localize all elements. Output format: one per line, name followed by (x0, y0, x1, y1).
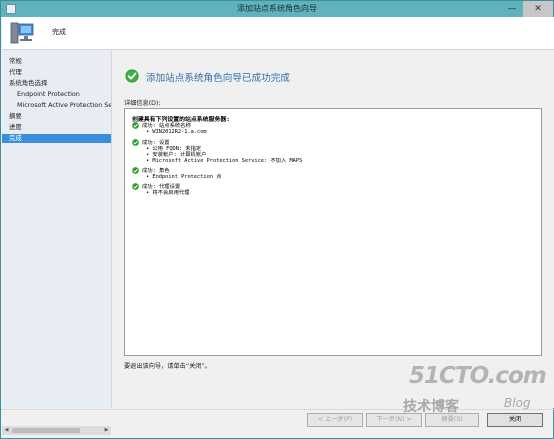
sidebar-item-general[interactable]: 常规 (2, 57, 111, 66)
next-button[interactable]: 下一步(N) > (366, 413, 422, 427)
minimize-button[interactable]: — (501, 1, 523, 17)
details-textbox[interactable]: 创建具有下列设置的站点系统服务器: 成功: 站点系统名称 • WIN2012R2… (124, 108, 542, 356)
success-check-icon (132, 183, 139, 190)
sidebar-horizontal-scrollbar[interactable]: ◀ ▶ (2, 426, 111, 435)
scrollbar-thumb[interactable] (12, 428, 80, 433)
wizard-steps-sidebar: 常规 代理 系统角色选择 Endpoint Protection Microso… (2, 50, 112, 408)
sidebar-item-completion[interactable]: 完成 (2, 134, 111, 143)
success-check-icon (132, 139, 139, 146)
page-title: 完成 (52, 28, 66, 36)
completion-heading: 添加站点系统角色向导已成功完成 (146, 73, 290, 84)
details-header: 创建具有下列设置的站点系统服务器: (132, 117, 230, 123)
sidebar-item-summary[interactable]: 摘要 (2, 112, 111, 121)
exit-instruction: 要退出该向导，请单击“关闭”。 (124, 363, 211, 370)
scroll-right-icon[interactable]: ▶ (102, 426, 111, 435)
details-label: 详细信息(D): (124, 100, 161, 107)
sidebar-item-maps[interactable]: Microsoft Active Protection Se (2, 101, 111, 110)
footer-divider (1, 409, 554, 410)
title-bar[interactable]: 添加站点系统角色向导 — ✕ (1, 1, 553, 17)
close-button[interactable]: 关闭 (487, 413, 543, 427)
window-title: 添加站点系统角色向导 (237, 4, 317, 13)
scroll-left-icon[interactable]: ◀ (2, 426, 11, 435)
computer-icon (10, 22, 34, 44)
detail-line: • WIN2012R2-1.a.com (146, 129, 207, 135)
success-check-icon (132, 167, 139, 174)
sidebar-item-proxy[interactable]: 代理 (2, 68, 111, 77)
detail-line: • Microsoft Active Protection Service: 不… (146, 158, 303, 164)
summary-button[interactable]: 摘要(S) (425, 413, 479, 427)
previous-button[interactable]: < 上一步(P) (307, 413, 363, 427)
wizard-window: 添加站点系统角色向导 — ✕ 完成 常规 代理 系统角色选择 Endpoint … (0, 0, 554, 439)
sidebar-item-progress[interactable]: 进度 (2, 123, 111, 132)
detail-line: • 将不会启用代理 (146, 190, 190, 196)
sidebar-item-endpoint-protection[interactable]: Endpoint Protection (2, 90, 111, 99)
success-check-icon (125, 69, 139, 83)
main-panel: 添加站点系统角色向导已成功完成 详细信息(D): 创建具有下列设置的站点系统服务… (112, 50, 554, 408)
wizard-header: 完成 (2, 17, 554, 50)
detail-line: • Endpoint Protection 点 (146, 174, 222, 180)
success-check-icon (132, 122, 139, 129)
sidebar-item-role-selection[interactable]: 系统角色选择 (2, 79, 111, 88)
close-window-button[interactable]: ✕ (523, 1, 553, 17)
